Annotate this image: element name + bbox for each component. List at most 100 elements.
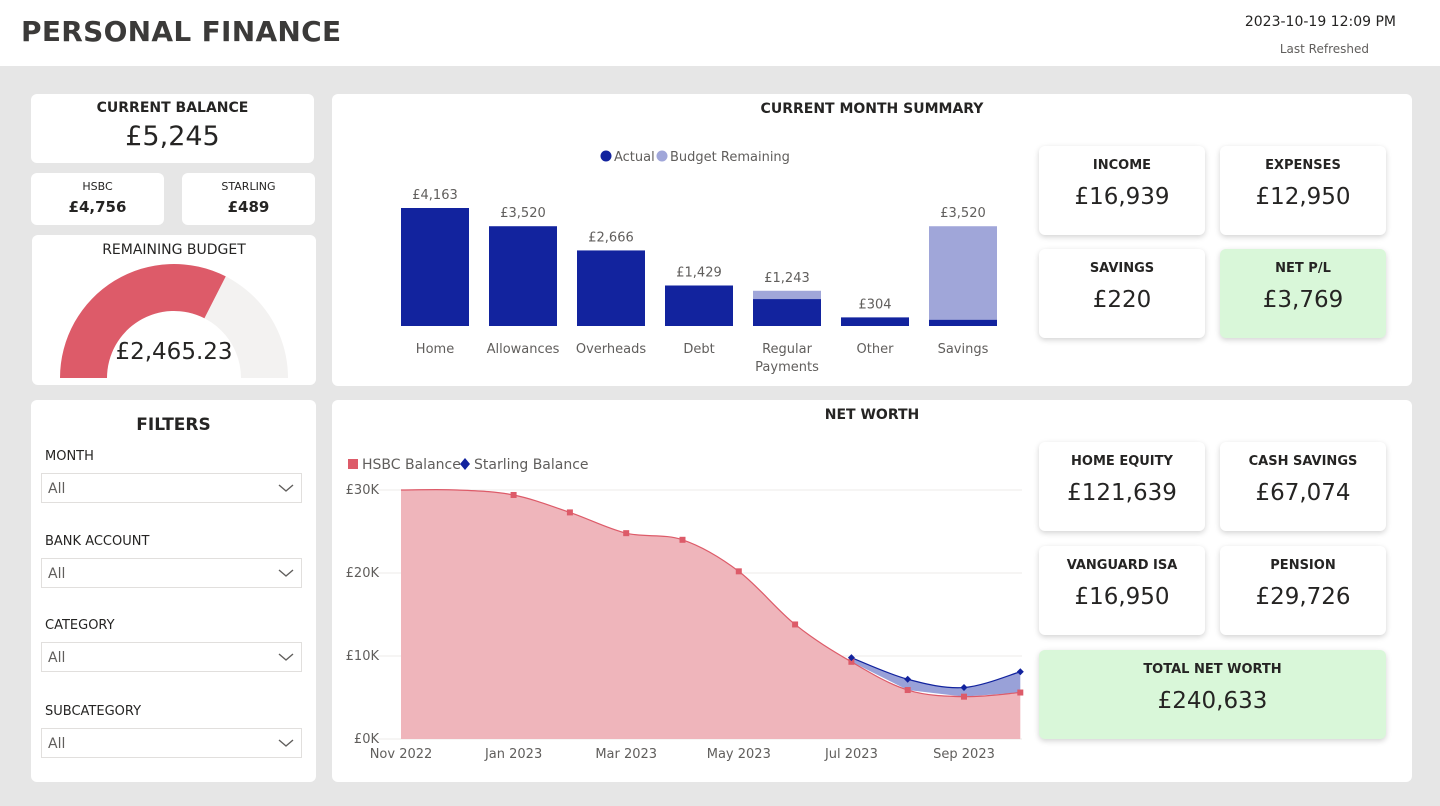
filters-card: FILTERS MONTH All BANK ACCOUNT All CATEG…: [31, 400, 316, 782]
current-month-summary-card: CURRENT MONTH SUMMARY Actual Budget Remai…: [332, 94, 1412, 386]
net-worth-card: NET WORTH HSBC Balance Starling Balance £0…: [332, 400, 1412, 782]
y-tick-label: £30K: [346, 483, 380, 498]
data-label-overheads: £2,666: [588, 230, 634, 245]
filter-month-dropdown[interactable]: All: [41, 473, 302, 503]
legend-marker-starling-balance: [460, 458, 470, 470]
filter-month-label: MONTH: [45, 449, 94, 464]
total-net-worth-title: TOTAL NET WORTH: [1143, 662, 1282, 677]
hsbc-balance-value: £4,756: [68, 198, 127, 216]
y-tick-label: £20K: [346, 566, 380, 581]
remaining-budget-value: £2,465.23: [115, 339, 233, 365]
category-label-allowances: Allowances: [487, 342, 560, 357]
savings-value: £220: [1092, 287, 1152, 313]
filter-bank-value: All: [48, 566, 66, 582]
home-equity-value: £121,639: [1067, 480, 1177, 506]
vanguard-isa-kpi: VANGUARD ISA £16,950: [1039, 546, 1205, 635]
hsbc-balance-area: [401, 489, 1021, 739]
legend-label-hsbc-balance: HSBC Balance: [362, 457, 461, 473]
bar-actual-regular-payments: [753, 299, 821, 326]
current-balance-title: CURRENT BALANCE: [96, 100, 249, 116]
bar-chart-legend: Actual Budget Remaining: [600, 150, 790, 165]
legend-label-budget-remaining: Budget Remaining: [670, 150, 790, 165]
chevron-down-icon[interactable]: [277, 480, 295, 496]
area-chart-legend: HSBC Balance Starling Balance: [348, 457, 589, 473]
x-tick-label: Jul 2023: [824, 747, 878, 762]
vanguard-isa-title: VANGUARD ISA: [1066, 558, 1178, 573]
savings-title: SAVINGS: [1089, 261, 1155, 276]
hsbc-balance-point: [566, 509, 573, 516]
header-bar: PERSONAL FINANCE 2023-10-19 12:09 PM Las…: [0, 0, 1440, 66]
hsbc-balance-point: [961, 693, 967, 700]
filter-subcategory-label: SUBCATEGORY: [45, 704, 142, 719]
data-label-savings: £3,520: [940, 206, 986, 221]
legend-marker-budget-remaining: [656, 150, 668, 162]
chevron-down-icon[interactable]: [277, 649, 295, 665]
category-label-savings: Savings: [938, 342, 989, 357]
pension-value: £29,726: [1255, 584, 1351, 610]
category-label-home: Home: [416, 342, 454, 357]
hsbc-balance-point: [792, 621, 799, 628]
data-label-regular-payments: £1,243: [764, 271, 810, 286]
category-label-regular-payments: Payments: [755, 360, 819, 375]
filter-subcategory-dropdown[interactable]: All: [41, 728, 302, 758]
bar-actual-overheads: [577, 250, 645, 326]
pension-kpi: PENSION £29,726: [1220, 546, 1386, 635]
hsbc-balance-card: HSBC £4,756: [31, 173, 164, 225]
net-pl-kpi: NET P/L £3,769: [1220, 249, 1386, 338]
x-tick-label: Sep 2023: [933, 747, 995, 762]
hsbc-balance-point: [904, 687, 911, 694]
x-tick-label: May 2023: [707, 747, 771, 762]
current-balance-card: CURRENT BALANCE £5,245: [31, 94, 314, 163]
x-tick-label: Jan 2023: [484, 747, 542, 762]
legend-marker-actual: [600, 150, 612, 162]
net-worth-area-chart: HSBC Balance Starling Balance £0K £10K £20K £…: [346, 457, 1024, 762]
last-refreshed-time: 2023-10-19 12:09 PM: [1244, 14, 1396, 30]
bar-actual-debt: [665, 285, 733, 326]
chevron-down-icon[interactable]: [277, 565, 295, 581]
hsbc-balance-point: [679, 536, 686, 543]
hsbc-balance-point: [735, 568, 742, 575]
filters-title: FILTERS: [136, 415, 211, 435]
current-balance-value: £5,245: [125, 121, 220, 152]
hsbc-balance-title: HSBC: [82, 180, 113, 193]
income-kpi: INCOME £16,939: [1039, 146, 1205, 235]
starling-balance-title: STARLING: [221, 180, 276, 193]
legend-label-actual: Actual: [614, 150, 655, 165]
category-label-debt: Debt: [683, 342, 714, 357]
category-label-overheads: Overheads: [576, 342, 646, 357]
total-net-worth-kpi: TOTAL NET WORTH £240,633: [1039, 650, 1386, 739]
bar-actual-allowances: [489, 226, 557, 326]
chevron-down-icon[interactable]: [277, 735, 295, 751]
legend-label-starling-balance: Starling Balance: [474, 457, 589, 473]
total-net-worth-value: £240,633: [1157, 688, 1268, 714]
bar-actual-home: [401, 208, 469, 326]
pension-title: PENSION: [1270, 558, 1336, 573]
filter-category-value: All: [48, 650, 66, 666]
hsbc-balance-point: [1017, 689, 1024, 696]
bar-actual-savings: [929, 319, 997, 326]
starling-balance-value: £489: [227, 198, 270, 216]
category-label-regular-payments: Regular: [762, 342, 813, 357]
budget-bar-chart: Actual Budget Remaining £4,163 Home £3,520 Al…: [401, 150, 997, 375]
home-equity-kpi: HOME EQUITY £121,639: [1039, 442, 1205, 531]
filter-bank-dropdown[interactable]: All: [41, 558, 302, 588]
hsbc-balance-point: [510, 491, 517, 498]
filter-category-label: CATEGORY: [45, 618, 115, 633]
expenses-value: £12,950: [1255, 184, 1351, 210]
bar-actual-other: [841, 317, 909, 326]
remaining-budget-card: REMAINING BUDGET £2,465.23: [32, 235, 316, 385]
net-pl-value: £3,769: [1262, 287, 1344, 313]
y-tick-label: £10K: [346, 649, 380, 664]
home-equity-title: HOME EQUITY: [1071, 454, 1173, 469]
cash-savings-title: CASH SAVINGS: [1248, 454, 1358, 469]
vanguard-isa-value: £16,950: [1074, 584, 1170, 610]
starling-balance-card: STARLING £489: [182, 173, 315, 225]
last-refreshed-label: Last Refreshed: [1279, 42, 1369, 56]
filter-category-dropdown[interactable]: All: [41, 642, 302, 672]
filter-subcategory-value: All: [48, 736, 66, 752]
filter-month-value: All: [48, 481, 66, 497]
page-title: PERSONAL FINANCE: [21, 15, 342, 48]
bar-budget-remaining-savings: [929, 226, 997, 320]
savings-kpi: SAVINGS £220: [1039, 249, 1205, 338]
data-label-debt: £1,429: [676, 265, 722, 280]
